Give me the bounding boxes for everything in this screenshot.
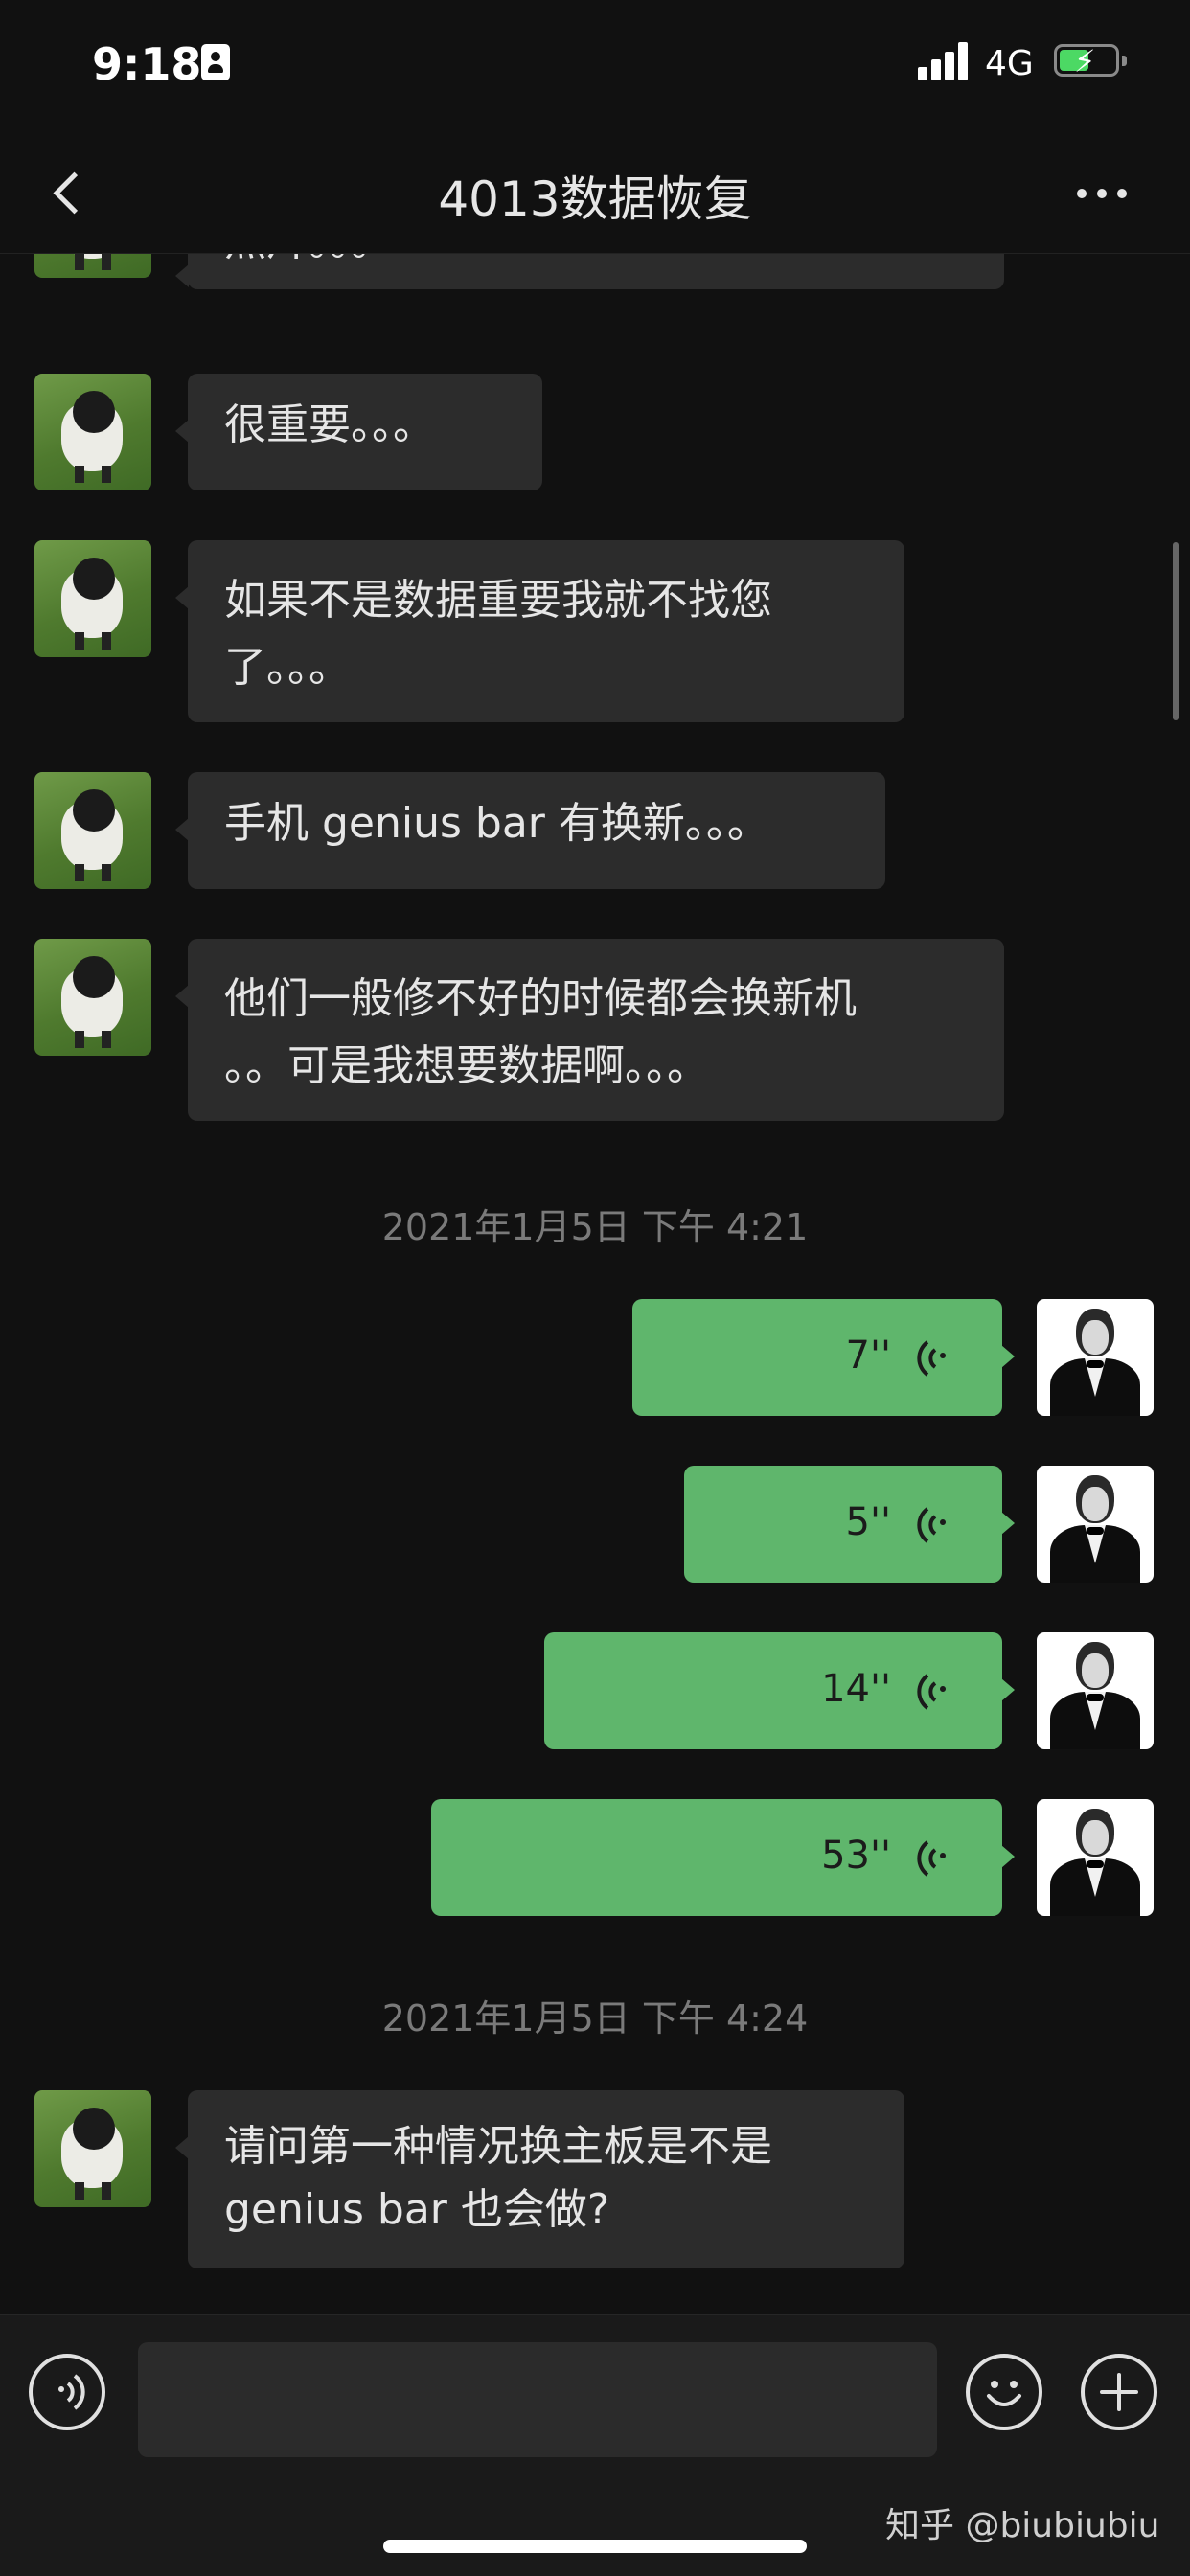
emoji-button[interactable] <box>966 2354 1042 2430</box>
message-timestamp: 2021年1月5日 下午 4:24 <box>381 1997 809 2040</box>
message-text-line: 他们一般修不好的时候都会换新机 <box>224 974 857 1023</box>
voice-wave-icon <box>917 1507 947 1543</box>
voice-wave-icon <box>917 1340 947 1377</box>
battery-charging-icon: ⚡ <box>1054 43 1127 80</box>
voice-duration: 7'' <box>845 1334 891 1378</box>
contact-avatar[interactable] <box>34 939 151 1056</box>
chat-title: 4013数据恢复 <box>438 171 752 227</box>
message-list[interactable]: 照片。。。 很重要。。。 如果不是数据重要我就不找您 了。。。 手机 geniu… <box>0 253 1190 2314</box>
voice-input-icon <box>58 2374 85 2410</box>
message-input[interactable] <box>138 2342 937 2457</box>
network-type: 4G <box>985 44 1034 83</box>
status-time: 9:18 <box>92 38 202 90</box>
incoming-message-bubble[interactable]: 请问第一种情况换主板是不是 genius bar 也会做? <box>175 2090 904 2268</box>
my-avatar[interactable] <box>1037 1632 1154 1749</box>
voice-duration: 53'' <box>821 1834 891 1878</box>
message-text: 很重要。。。 <box>224 400 435 449</box>
my-avatar[interactable] <box>1037 1799 1154 1916</box>
contact-avatar[interactable] <box>34 2090 151 2207</box>
contact-card-icon <box>201 44 230 80</box>
smiley-icon <box>987 2381 1021 2406</box>
message-text-line: 如果不是数据重要我就不找您 <box>224 576 772 625</box>
voice-message-bubble[interactable]: 14'' <box>544 1632 1015 1749</box>
voice-input-toggle-button[interactable] <box>29 2354 105 2430</box>
contact-avatar[interactable] <box>34 374 151 490</box>
contact-avatar[interactable] <box>34 253 151 278</box>
my-avatar[interactable] <box>1037 1299 1154 1416</box>
voice-duration: 5'' <box>845 1500 891 1544</box>
home-indicator[interactable] <box>383 2540 807 2553</box>
incoming-message-bubble[interactable]: 如果不是数据重要我就不找您 了。。。 <box>175 540 904 722</box>
chat-scrollbar[interactable] <box>1173 542 1179 720</box>
message-text-line: 。。可是我想要数据啊。。。 <box>224 1041 709 1090</box>
voice-message-bubble[interactable]: 53'' <box>431 1799 1015 1916</box>
contact-avatar[interactable] <box>34 540 151 657</box>
input-bar: 知乎 @biubiubiu <box>0 2314 1190 2576</box>
more-functions-button[interactable] <box>1081 2354 1157 2430</box>
chat-header: 4013数据恢复 <box>0 134 1190 254</box>
message-text-line: 了。。。 <box>224 643 351 692</box>
message-text-line: genius bar 也会做? <box>224 2185 610 2234</box>
voice-message-bubble[interactable]: 7'' <box>632 1299 1015 1416</box>
incoming-message-bubble[interactable]: 手机 genius bar 有换新。。。 <box>175 772 885 889</box>
incoming-message-bubble[interactable]: 照片。。。 <box>175 253 1004 289</box>
voice-wave-icon <box>917 1674 947 1710</box>
contact-avatar[interactable] <box>34 772 151 889</box>
plus-icon <box>1100 2373 1138 2411</box>
message-text: 照片。。。 <box>224 253 393 272</box>
status-bar: 9:18 4G ⚡ <box>0 0 1190 134</box>
voice-wave-icon <box>917 1840 947 1877</box>
message-timestamp: 2021年1月5日 下午 4:21 <box>381 1206 809 1248</box>
incoming-message-bubble[interactable]: 他们一般修不好的时候都会换新机 。。可是我想要数据啊。。。 <box>175 939 1004 1121</box>
message-text: 手机 genius bar 有换新。。。 <box>224 799 769 848</box>
voice-duration: 14'' <box>821 1667 891 1711</box>
message-text-line: 请问第一种情况换主板是不是 <box>224 2122 772 2171</box>
incoming-message-bubble[interactable]: 很重要。。。 <box>175 374 542 490</box>
voice-message-bubble[interactable]: 5'' <box>684 1466 1015 1583</box>
signal-strength-icon <box>918 42 970 80</box>
watermark: 知乎 @biubiubiu <box>885 2506 1160 2545</box>
my-avatar[interactable] <box>1037 1466 1154 1583</box>
more-options-icon[interactable] <box>1077 182 1138 205</box>
